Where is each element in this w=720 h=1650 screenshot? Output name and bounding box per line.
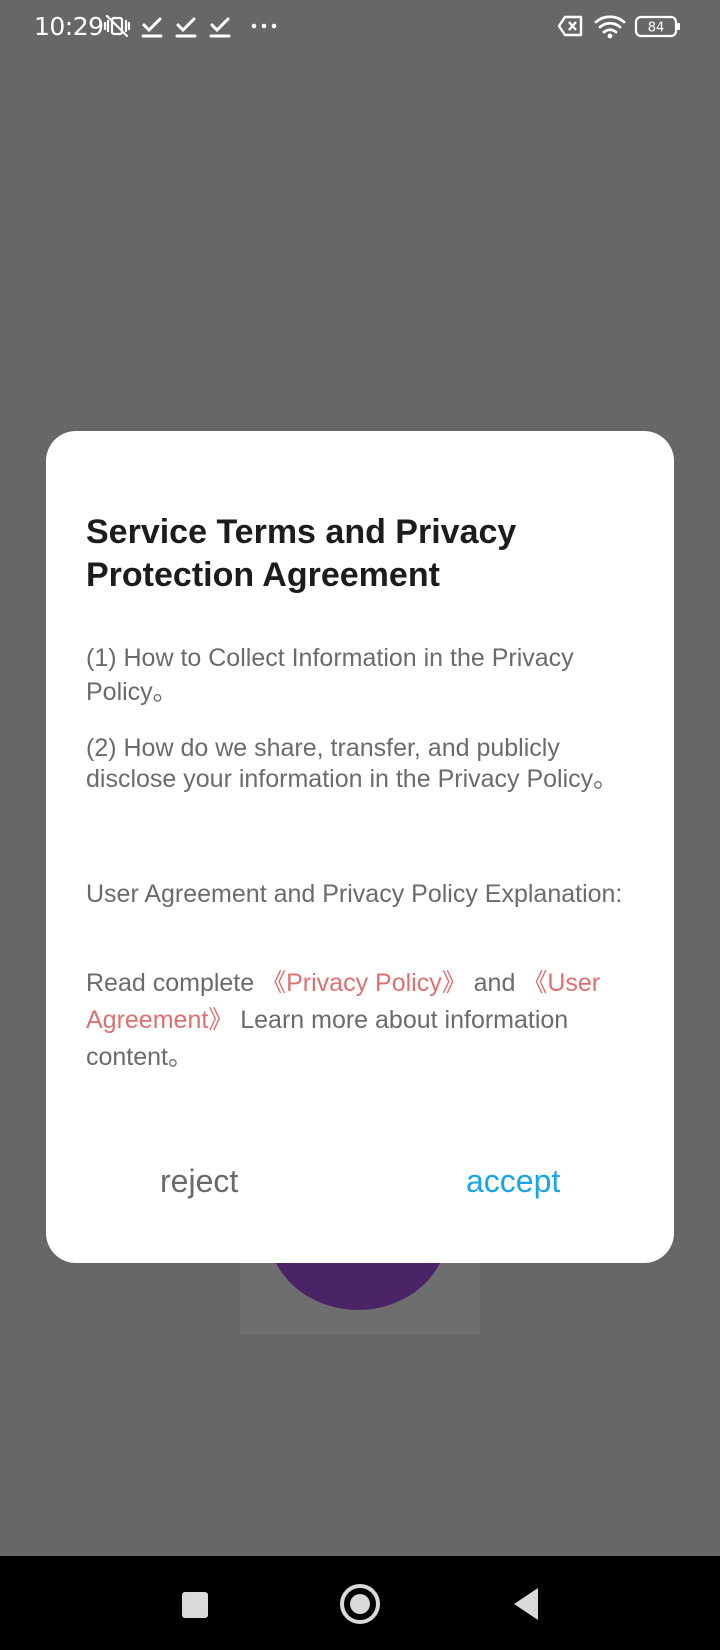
- navigation-bar: [0, 1556, 720, 1650]
- vibrate-off-icon: [103, 12, 131, 40]
- privacy-dialog: Service Terms and Privacy Protection Agr…: [46, 431, 674, 1263]
- privacy-policy-link[interactable]: 《Privacy Policy》: [261, 969, 467, 997]
- read-prefix: Read complete: [86, 969, 262, 997]
- download-done-icon: [138, 12, 166, 40]
- home-circle-icon: [340, 1584, 380, 1624]
- read-complete-text: Read complete 《Privacy Policy》 and 《User…: [86, 965, 626, 1076]
- battery-level: 84: [648, 21, 665, 36]
- back-button[interactable]: [496, 1574, 556, 1634]
- dialog-title: Service Terms and Privacy Protection Agr…: [86, 513, 517, 594]
- recents-square-icon: [182, 1592, 208, 1618]
- privacy-item-2: (2) How do we share, transfer, and publi…: [86, 734, 619, 793]
- screen: 10:29 84 Service Terms and Privacy Prote…: [0, 0, 720, 1650]
- and-text: and: [466, 969, 523, 997]
- download-done-icon: [206, 12, 234, 40]
- download-done-icon: [172, 12, 200, 40]
- battery-icon: 84: [634, 12, 682, 40]
- back-triangle-icon: [514, 1588, 538, 1620]
- recents-button[interactable]: [164, 1574, 224, 1634]
- status-bar: 10:29 84: [0, 0, 720, 56]
- privacy-item-1: (1) How to Collect Information in the Pr…: [86, 644, 574, 706]
- sim-off-icon: [557, 12, 585, 40]
- more-dots-icon: [250, 12, 278, 40]
- wifi-icon: [594, 12, 626, 40]
- status-time: 10:29: [34, 12, 104, 41]
- reject-button[interactable]: reject: [160, 1161, 238, 1201]
- accept-button[interactable]: accept: [466, 1161, 560, 1201]
- home-button[interactable]: [330, 1574, 390, 1634]
- explanation-heading: User Agreement and Privacy Policy Explan…: [86, 880, 623, 908]
